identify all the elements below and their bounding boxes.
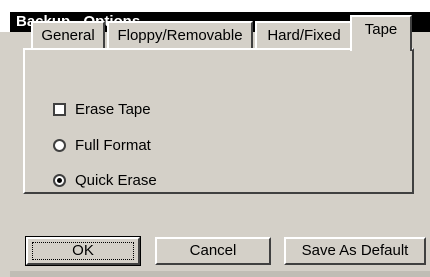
quick-erase-radio[interactable] [53, 174, 66, 187]
ok-button-label: OK [72, 242, 94, 259]
tab-floppy-label: Floppy/Removable [117, 27, 243, 44]
full-format-label: Full Format [75, 137, 151, 154]
erase-tape-label: Erase Tape [75, 101, 151, 118]
erase-tape-checkbox[interactable] [53, 103, 66, 116]
dialog-bottom-edge [10, 271, 430, 277]
cancel-button[interactable]: Cancel [155, 237, 271, 265]
tape-tab-panel: Erase Tape Full Format Quick Erase [23, 48, 414, 194]
tab-tape-label: Tape [364, 21, 398, 38]
quick-erase-label: Quick Erase [75, 172, 157, 189]
tab-general[interactable]: General [31, 21, 105, 49]
full-format-radio[interactable] [53, 139, 66, 152]
save-as-default-label: Save As Default [301, 242, 409, 259]
tab-general-label: General [41, 27, 95, 44]
tab-hard-label: Hard/Fixed [267, 27, 341, 44]
backup-options-dialog: Backup - Options General Floppy/Removabl… [0, 0, 430, 277]
radio-selected-dot [57, 178, 62, 183]
ok-button[interactable]: OK [25, 236, 141, 266]
tab-hard-fixed[interactable]: Hard/Fixed [255, 21, 353, 49]
cancel-button-label: Cancel [189, 242, 237, 259]
tab-floppy-removable[interactable]: Floppy/Removable [107, 21, 253, 49]
tab-tape[interactable]: Tape [350, 15, 412, 51]
save-as-default-button[interactable]: Save As Default [284, 237, 426, 265]
